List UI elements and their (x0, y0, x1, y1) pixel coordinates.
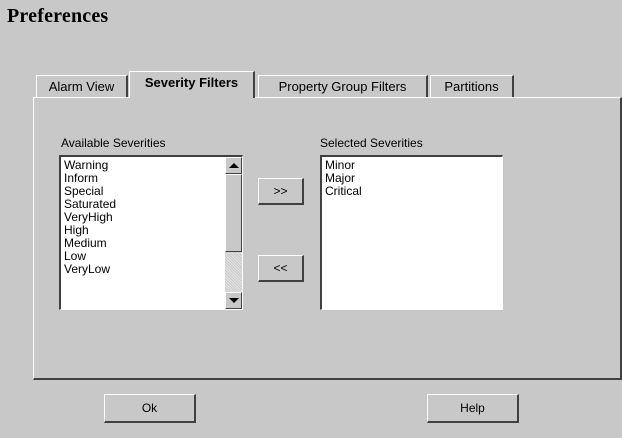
window-title: Preferences (7, 5, 109, 27)
add-severity-button[interactable]: >> (258, 178, 304, 205)
available-severities-label: Available Severities (61, 136, 166, 150)
list-item[interactable]: VeryHigh (64, 211, 242, 224)
list-item[interactable]: Critical (325, 185, 502, 198)
selected-severities-list[interactable]: Minor Major Critical (320, 155, 503, 310)
available-list-scrollbar[interactable] (225, 157, 242, 309)
tab-partitions[interactable]: Partitions (430, 75, 514, 97)
scroll-down-arrow-icon (229, 298, 239, 303)
tab-property-group-filters[interactable]: Property Group Filters (258, 75, 428, 97)
scroll-up-arrow-icon (229, 163, 239, 168)
available-severities-list[interactable]: Warning Inform Special Saturated VeryHigh Hig… (59, 155, 243, 310)
severity-filters-panel: Available Severities Selected Severities… (33, 97, 622, 380)
scroll-up-button[interactable] (225, 157, 242, 174)
available-severities-items: Warning Inform Special Saturated VeryHigh Hig… (61, 157, 242, 276)
help-button[interactable]: Help (427, 394, 519, 423)
remove-severity-button[interactable]: << (258, 255, 304, 282)
ok-button[interactable]: Ok (104, 394, 196, 423)
list-item[interactable]: VeryLow (64, 263, 242, 276)
selected-severities-items: Minor Major Critical (322, 157, 502, 198)
tab-severity-filters[interactable]: Severity Filters (129, 71, 255, 98)
scroll-thumb[interactable] (225, 174, 242, 252)
list-item[interactable]: Medium (64, 237, 242, 250)
scroll-down-button[interactable] (225, 292, 242, 309)
selected-severities-label: Selected Severities (320, 136, 423, 150)
tab-alarm-view[interactable]: Alarm View (36, 75, 128, 97)
